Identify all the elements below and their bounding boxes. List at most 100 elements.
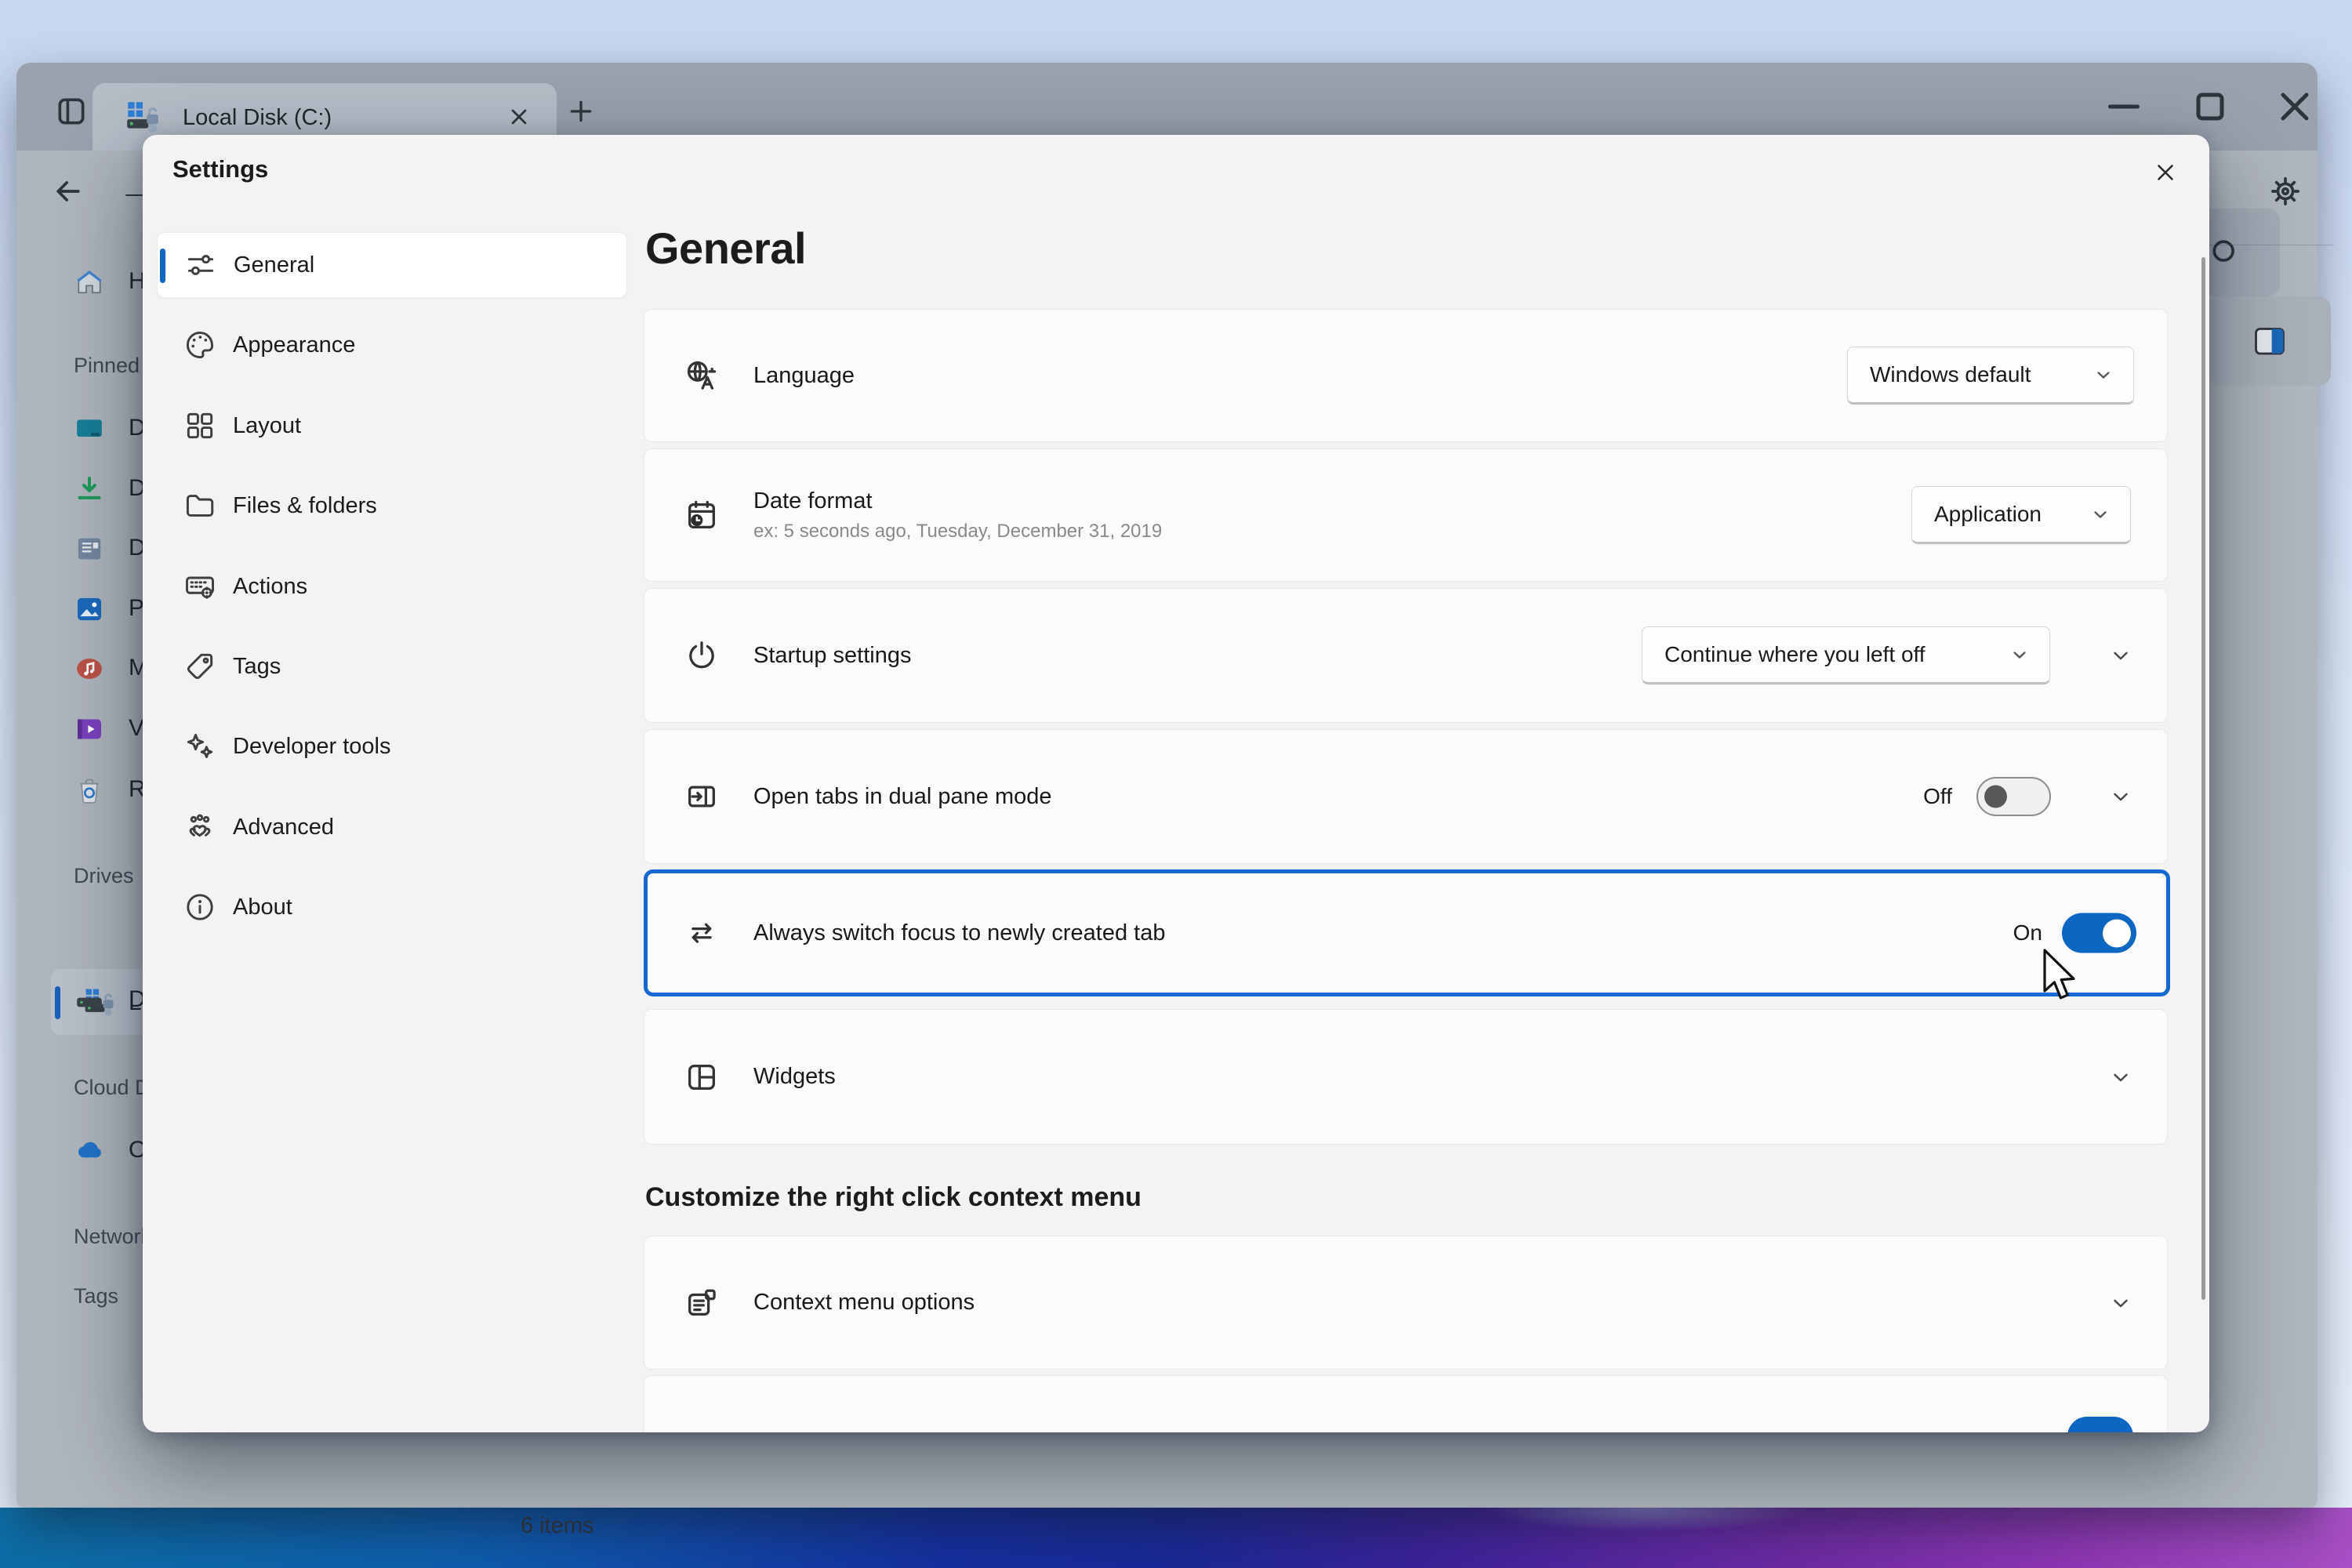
dropdown-value: Application bbox=[1934, 502, 2042, 527]
info-icon bbox=[183, 890, 217, 924]
back-icon[interactable] bbox=[51, 174, 85, 209]
downloads-icon bbox=[74, 474, 105, 505]
row-label: Startup settings bbox=[753, 643, 912, 669]
row-label: Widgets bbox=[753, 1064, 836, 1090]
nav-selection-accent bbox=[160, 249, 165, 283]
sidebar-section-drives: Drives bbox=[74, 864, 134, 888]
row-label: Date format bbox=[753, 488, 1162, 514]
sliders-icon bbox=[183, 248, 218, 282]
close-window-button[interactable] bbox=[2271, 83, 2318, 130]
startup-dropdown[interactable]: Continue where you left off bbox=[1642, 626, 2050, 684]
settings-row-partial bbox=[644, 1375, 2168, 1432]
dialog-close-button[interactable] bbox=[2140, 147, 2190, 198]
dropdown-value: Continue where you left off bbox=[1664, 642, 1926, 667]
toggle-knob bbox=[1984, 786, 2007, 808]
nav-item-developer-tools[interactable]: Developer tools bbox=[157, 713, 627, 779]
nav-label: General bbox=[234, 252, 314, 278]
row-label: Context menu options bbox=[753, 1290, 975, 1316]
sidebar-section-pinned: Pinned bbox=[74, 354, 140, 378]
power-icon bbox=[684, 637, 720, 673]
settings-row-language: Language Windows default bbox=[644, 309, 2168, 442]
nav-item-general[interactable]: General bbox=[157, 232, 627, 298]
nav-label: Advanced bbox=[233, 815, 334, 840]
desktop-wallpaper bbox=[0, 1508, 2352, 1568]
desktop-icon bbox=[74, 413, 105, 445]
status-item-count: 6 items bbox=[521, 1513, 593, 1539]
settings-row-switch-focus: Always switch focus to newly created tab… bbox=[644, 869, 2170, 996]
toggle-state-label: On bbox=[2013, 920, 2042, 946]
expand-chevron-icon[interactable] bbox=[2109, 1065, 2132, 1089]
calendar-clock-icon bbox=[684, 497, 720, 533]
palette-icon bbox=[183, 328, 217, 362]
date-format-dropdown[interactable]: Application bbox=[1911, 486, 2131, 544]
language-dropdown[interactable]: Windows default bbox=[1847, 347, 2134, 405]
forward-icon[interactable] bbox=[125, 188, 143, 194]
switch-focus-toggle[interactable] bbox=[2062, 913, 2136, 953]
swap-arrows-icon bbox=[684, 915, 720, 951]
chevron-down-icon bbox=[2089, 503, 2111, 525]
expand-chevron-icon[interactable] bbox=[2109, 785, 2132, 808]
desktop: Local Disk (C:) bbox=[0, 0, 2352, 1568]
context-menu-icon bbox=[684, 1285, 720, 1321]
dropdown-value: Windows default bbox=[1870, 362, 2031, 387]
section-heading: Customize the right click context menu bbox=[645, 1182, 1142, 1213]
nav-label: Appearance bbox=[233, 332, 355, 358]
preview-pane-button[interactable] bbox=[2208, 296, 2331, 386]
sidebar-section-tags: Tags bbox=[74, 1284, 118, 1308]
selection-accent-bar bbox=[55, 986, 60, 1019]
settings-row-date-format: Date format ex: 5 seconds ago, Tuesday, … bbox=[644, 448, 2168, 582]
dialog-title: Settings bbox=[172, 155, 268, 183]
minimize-button[interactable] bbox=[2100, 83, 2147, 130]
videos-icon bbox=[74, 713, 105, 745]
nav-label: About bbox=[233, 895, 292, 920]
music-icon bbox=[74, 653, 105, 684]
toggle-sidebar-icon[interactable] bbox=[54, 94, 89, 129]
toggle-state-label: Off bbox=[1923, 784, 1952, 809]
folder-icon bbox=[183, 488, 217, 523]
chevron-down-icon bbox=[2092, 364, 2114, 386]
hard-drive-icon bbox=[74, 985, 105, 1016]
settings-row-context-menu: Context menu options bbox=[644, 1236, 2168, 1370]
expand-chevron-icon[interactable] bbox=[2109, 644, 2132, 667]
preview-pane-icon bbox=[2253, 326, 2286, 356]
settings-row-dual-pane: Open tabs in dual pane mode Off bbox=[644, 729, 2168, 864]
search-box[interactable] bbox=[2201, 209, 2280, 296]
row-label-group: Date format ex: 5 seconds ago, Tuesday, … bbox=[753, 488, 1162, 543]
new-tab-icon[interactable] bbox=[565, 96, 597, 127]
pictures-icon bbox=[74, 593, 105, 625]
nav-item-layout[interactable]: Layout bbox=[157, 393, 627, 459]
nav-item-actions[interactable]: Actions bbox=[157, 554, 627, 619]
partial-toggle[interactable] bbox=[2067, 1417, 2133, 1432]
row-label: Language bbox=[753, 363, 855, 389]
nav-item-about[interactable]: About bbox=[157, 874, 627, 940]
nav-label: Tags bbox=[233, 654, 281, 680]
mouse-cursor bbox=[2042, 949, 2082, 1005]
gear-icon[interactable] bbox=[2268, 174, 2303, 209]
page-title: General bbox=[645, 223, 806, 274]
nav-item-advanced[interactable]: Advanced bbox=[157, 794, 627, 860]
dual-pane-toggle[interactable] bbox=[1976, 777, 2051, 816]
drive-lock-icon bbox=[123, 97, 162, 136]
advanced-icon bbox=[183, 810, 217, 844]
row-label: Open tabs in dual pane mode bbox=[753, 784, 1052, 810]
tab-close-icon[interactable] bbox=[506, 104, 532, 129]
sparkles-icon bbox=[183, 729, 217, 764]
recycle-bin-icon bbox=[74, 775, 105, 806]
expand-chevron-icon[interactable] bbox=[2109, 1291, 2132, 1315]
nav-item-appearance[interactable]: Appearance bbox=[157, 312, 627, 378]
nav-label: Layout bbox=[233, 413, 301, 439]
documents-icon bbox=[74, 533, 105, 564]
dialog-scrollbar[interactable] bbox=[2201, 257, 2205, 1300]
onedrive-icon bbox=[74, 1135, 105, 1167]
layout-grid-icon bbox=[183, 408, 217, 443]
row-label: Always switch focus to newly created tab bbox=[753, 920, 1165, 946]
nav-item-tags[interactable]: Tags bbox=[157, 633, 627, 699]
toggle-knob bbox=[2103, 919, 2131, 947]
nav-item-files-folders[interactable]: Files & folders bbox=[157, 473, 627, 539]
settings-row-widgets: Widgets bbox=[644, 1009, 2168, 1145]
sidebar-section-network: Network bbox=[74, 1225, 151, 1249]
maximize-button[interactable] bbox=[2187, 83, 2234, 130]
nav-label: Actions bbox=[233, 574, 307, 600]
settings-dialog: Settings General Appearance bbox=[143, 135, 2209, 1432]
translate-globe-icon bbox=[684, 358, 720, 394]
